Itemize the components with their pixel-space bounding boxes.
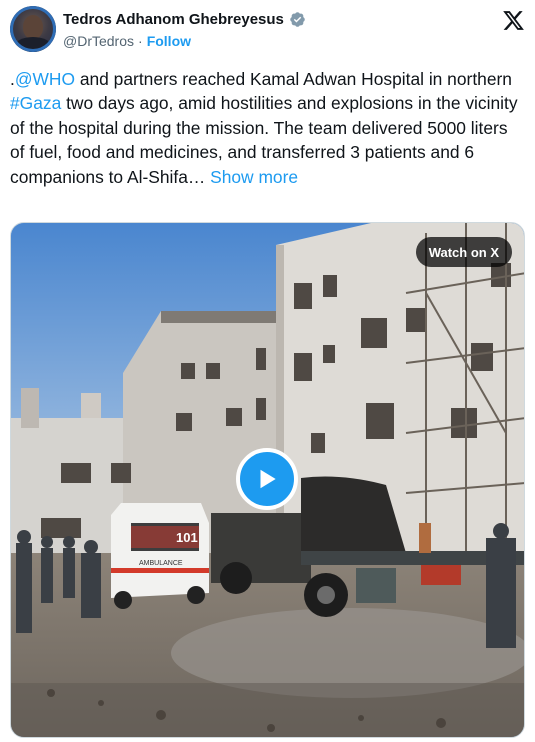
mention-link[interactable]: @WHO (15, 69, 75, 89)
tweet-header: Tedros Adhanom Ghebreyesus @DrTedros · F… (10, 6, 525, 56)
author-avatar[interactable] (10, 6, 56, 52)
author-name-row: Tedros Adhanom Ghebreyesus (63, 11, 306, 28)
author-handle-row: @DrTedros · Follow (63, 33, 191, 49)
ambulance-label: AMBULANCE (139, 560, 183, 567)
follow-button[interactable]: Follow (147, 33, 191, 49)
play-icon (260, 469, 276, 489)
ambulance (111, 503, 209, 609)
author-handle[interactable]: @DrTedros (63, 33, 134, 49)
watch-on-x-button[interactable]: Watch on X (415, 237, 512, 267)
ambulance-number: 101 (176, 530, 198, 545)
show-more-link[interactable]: Show more (210, 167, 298, 187)
tweet-text-part1: and partners reached Kamal Adwan Hospita… (75, 69, 512, 89)
verified-badge-icon (290, 12, 305, 27)
avatar-ring (10, 6, 56, 52)
hashtag-link[interactable]: #Gaza (10, 93, 61, 113)
handle-separator: · (138, 33, 143, 49)
x-logo-icon[interactable] (502, 9, 525, 32)
tweet-text: .@WHO and partners reached Kamal Adwan H… (10, 67, 525, 189)
play-button[interactable] (236, 448, 298, 510)
video-media[interactable]: AMBULANCE 101 Watch on X (10, 222, 525, 738)
author-name[interactable]: Tedros Adhanom Ghebreyesus (63, 11, 284, 28)
